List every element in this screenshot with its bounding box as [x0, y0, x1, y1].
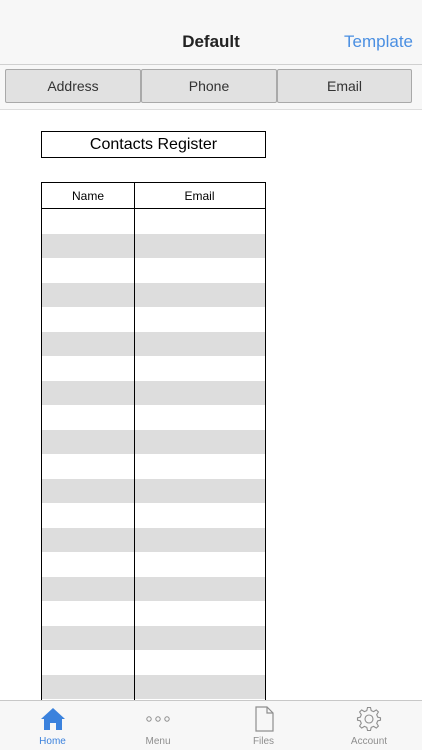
column-divider [134, 183, 135, 700]
cell-email[interactable] [135, 283, 265, 307]
table-row[interactable] [42, 258, 265, 282]
table-row[interactable] [42, 331, 265, 356]
cell-email[interactable] [135, 650, 265, 674]
tab-menu[interactable]: Menu [105, 701, 211, 751]
cell-name[interactable] [42, 283, 134, 307]
gear-icon [356, 706, 382, 732]
cell-name[interactable] [42, 258, 134, 282]
cell-name[interactable] [42, 234, 134, 258]
cell-name[interactable] [42, 209, 134, 233]
table-row[interactable] [42, 454, 265, 478]
cell-email[interactable] [135, 626, 265, 650]
sheet-title: Contacts Register [41, 131, 266, 158]
more-dots-icon [146, 716, 170, 722]
table-row[interactable] [42, 650, 265, 674]
cell-name[interactable] [42, 528, 134, 552]
cell-name[interactable] [42, 675, 134, 699]
cell-email[interactable] [135, 601, 265, 625]
address-button[interactable]: Address [5, 69, 141, 103]
table-row[interactable] [42, 552, 265, 576]
cell-email[interactable] [135, 675, 265, 699]
tab-bar: Home Menu Files Account [0, 700, 422, 750]
table-row[interactable] [42, 356, 265, 380]
cell-email[interactable] [135, 307, 265, 331]
table-header: Name Email [42, 183, 265, 209]
table-row[interactable] [42, 405, 265, 429]
cell-email[interactable] [135, 381, 265, 405]
tab-menu-label: Menu [145, 736, 171, 747]
template-button[interactable]: Template [344, 32, 413, 52]
cell-email[interactable] [135, 528, 265, 552]
table-row[interactable] [42, 576, 265, 601]
table-row[interactable] [42, 380, 265, 405]
cell-email[interactable] [135, 332, 265, 356]
table-row[interactable] [42, 429, 265, 454]
navigation-bar: Default Template [0, 0, 422, 65]
table-row[interactable] [42, 601, 265, 625]
cell-name[interactable] [42, 503, 134, 527]
table-row[interactable] [42, 674, 265, 699]
cell-name[interactable] [42, 356, 134, 380]
cell-name[interactable] [42, 552, 134, 576]
table-row[interactable] [42, 478, 265, 503]
cell-email[interactable] [135, 552, 265, 576]
cell-name[interactable] [42, 332, 134, 356]
cell-name[interactable] [42, 479, 134, 503]
table-row[interactable] [42, 307, 265, 331]
cell-name[interactable] [42, 381, 134, 405]
home-icon [40, 708, 65, 730]
cell-email[interactable] [135, 405, 265, 429]
cell-name[interactable] [42, 430, 134, 454]
tab-home[interactable]: Home [0, 701, 105, 751]
cell-email[interactable] [135, 356, 265, 380]
table-row[interactable] [42, 527, 265, 552]
email-button[interactable]: Email [277, 69, 412, 103]
tab-account-label: Account [350, 736, 388, 747]
phone-button[interactable]: Phone [141, 69, 277, 103]
cell-email[interactable] [135, 258, 265, 282]
cell-email[interactable] [135, 577, 265, 601]
cell-email[interactable] [135, 234, 265, 258]
cell-name[interactable] [42, 307, 134, 331]
cell-name[interactable] [42, 650, 134, 674]
cell-name[interactable] [42, 601, 134, 625]
table-row[interactable] [42, 233, 265, 258]
tab-account[interactable]: Account [316, 701, 422, 751]
cell-name[interactable] [42, 626, 134, 650]
cell-email[interactable] [135, 430, 265, 454]
table-row[interactable] [42, 625, 265, 650]
field-selector-bar: Address Phone Email [0, 65, 422, 110]
table-row[interactable] [42, 209, 265, 233]
contacts-table: Name Email [41, 182, 266, 700]
tab-home-label: Home [39, 736, 66, 747]
file-icon [254, 706, 274, 732]
tab-files[interactable]: Files [211, 701, 316, 751]
cell-name[interactable] [42, 577, 134, 601]
column-header-email: Email [184, 188, 215, 203]
cell-email[interactable] [135, 454, 265, 478]
tab-files-label: Files [252, 736, 275, 747]
cell-email[interactable] [135, 209, 265, 233]
column-header-name: Name [71, 188, 104, 203]
table-row[interactable] [42, 503, 265, 527]
cell-email[interactable] [135, 479, 265, 503]
table-row[interactable] [42, 282, 265, 307]
cell-email[interactable] [135, 503, 265, 527]
cell-name[interactable] [42, 454, 134, 478]
cell-name[interactable] [42, 405, 134, 429]
